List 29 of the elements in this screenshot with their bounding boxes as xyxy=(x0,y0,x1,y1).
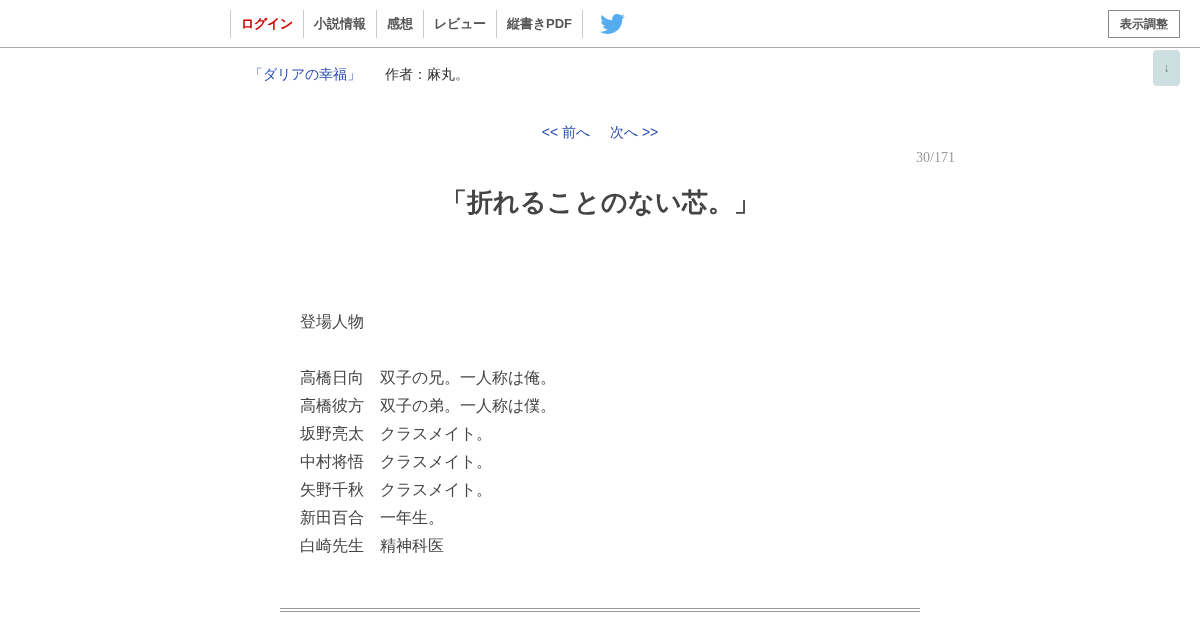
author-text: 作者：麻丸。 xyxy=(385,66,469,84)
character-name: 坂野亮太 xyxy=(300,424,364,444)
character-name: 高橋彼方 xyxy=(300,396,364,416)
novel-title-link[interactable]: 「ダリアの幸福」 xyxy=(249,66,361,84)
display-settings-button[interactable]: 表示調整 xyxy=(1108,10,1180,38)
character-name: 中村将悟 xyxy=(300,452,364,472)
character-note: クラスメイト。 xyxy=(380,480,492,500)
character-note: 一年生。 xyxy=(380,508,444,528)
character-note: クラスメイト。 xyxy=(380,452,492,472)
section-heading: 登場人物 xyxy=(300,312,365,332)
nav-link[interactable]: ログイン xyxy=(230,9,303,38)
character-note: 双子の兄。一人称は俺。 xyxy=(380,368,556,388)
scroll-down-button[interactable]: ↓ xyxy=(1153,50,1180,86)
bird-icon[interactable] xyxy=(600,13,625,34)
character-name: 新田百合 xyxy=(300,508,364,528)
chapter-title: 「折れることのない芯。」 xyxy=(439,186,761,218)
character-name: 矢野千秋 xyxy=(300,480,364,500)
nav-link[interactable]: 縦書きPDF xyxy=(496,9,583,38)
character-note: クラスメイト。 xyxy=(380,424,492,444)
nav-link[interactable]: 小説情報 xyxy=(303,9,376,38)
nav-link[interactable]: 感想 xyxy=(376,9,423,38)
next-link[interactable]: 次へ >> xyxy=(610,124,659,142)
page-count: 30/171 xyxy=(916,150,955,166)
previous-link[interactable]: << 前へ xyxy=(541,124,590,142)
character-note: 精神科医 xyxy=(380,536,444,556)
character-note: 双子の弟。一人称は僕。 xyxy=(380,396,556,416)
character-name: 白崎先生 xyxy=(300,536,364,556)
character-name: 高橋日向 xyxy=(300,368,364,388)
nav-link[interactable]: レビュー xyxy=(423,9,496,38)
